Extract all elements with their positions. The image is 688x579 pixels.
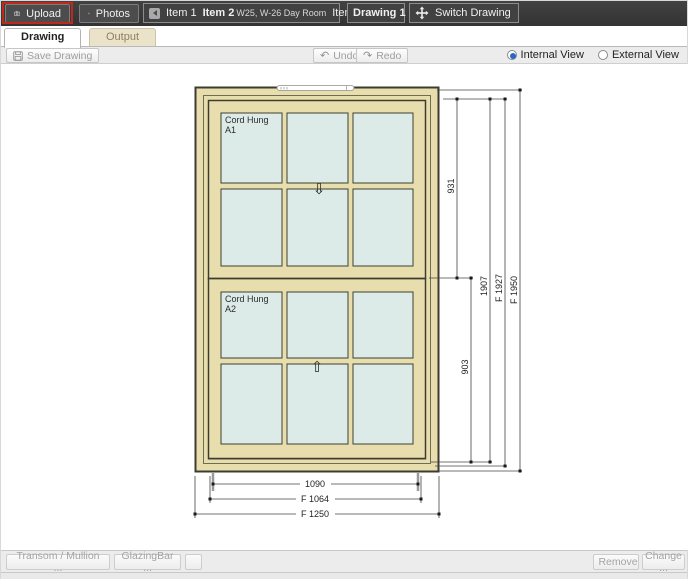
window-designer-app: Upload Photos Item 1 Item 2 W25, W-26 Day…: [0, 0, 688, 579]
item-2-tab[interactable]: Item 2 W25, W-26 Day Room: [203, 7, 327, 19]
change-label: Change ...: [645, 550, 682, 574]
redo-button[interactable]: ↷ Redo: [356, 48, 409, 63]
external-view-radio[interactable]: External View: [597, 49, 679, 61]
action-toolbar: Save Drawing ↶ Undo ↷ Redo Internal View…: [1, 46, 687, 64]
glass-pane[interactable]: [352, 363, 414, 445]
sash-a1-label-line2: A1: [225, 125, 236, 135]
arrow-down-cursor-icon[interactable]: ⇩: [313, 181, 326, 198]
glazingbar-label: GlazingBar ...: [121, 550, 174, 574]
sash-a2-label-line2: A2: [225, 304, 236, 314]
glass-pane[interactable]: [286, 291, 349, 359]
dim-width-inner: 1090: [305, 479, 325, 489]
photos-button[interactable]: Photos: [79, 4, 139, 23]
photos-label: Photos: [95, 7, 130, 20]
glass-pane[interactable]: [286, 188, 349, 267]
glass-pane[interactable]: [220, 188, 283, 267]
top-sash[interactable]: Cord Hung A1 ⇩: [207, 99, 427, 280]
upload-button[interactable]: Upload: [5, 4, 70, 23]
dim-width-frame: F 1064: [301, 494, 329, 504]
redo-label: Redo: [376, 49, 402, 62]
arrow-up-cursor-icon[interactable]: ⇧: [311, 359, 324, 376]
bottom-toolbar: Transom / Mullion ... GlazingBar ... Rem…: [1, 550, 687, 574]
transom-mullion-label: Transom / Mullion ...: [16, 550, 100, 574]
glass-pane[interactable]: [352, 291, 414, 359]
save-drawing-button[interactable]: Save Drawing: [6, 48, 100, 63]
sash-a2-label-line1: Cord Hung: [225, 294, 269, 304]
bottom-sash[interactable]: Cord Hung A2 ⇧: [207, 277, 427, 460]
footer-strip: [1, 573, 687, 579]
radio-unselected-icon: [597, 50, 608, 60]
remove-label: Remove: [598, 556, 638, 568]
chevron-left-icon: [152, 10, 157, 16]
drawing-selector: Drawing 1: [347, 3, 423, 23]
internal-view-label: Internal View: [520, 49, 584, 61]
switch-drawing-label: Switch Drawing: [435, 7, 511, 19]
view-options: Internal View External View: [506, 49, 679, 61]
glass-pane[interactable]: [352, 112, 414, 184]
glass-pane[interactable]: [286, 363, 349, 445]
save-drawing-label: Save Drawing: [27, 49, 93, 62]
save-icon: [13, 50, 23, 61]
top-vent-slider[interactable]: [276, 85, 355, 91]
dimension-labels-horizontal: 1090 F 1064 F 1250: [296, 479, 335, 519]
glazingbar-button[interactable]: GlazingBar ...: [114, 550, 181, 574]
tab-drawing[interactable]: Drawing: [4, 28, 82, 48]
radio-selected-icon: [506, 50, 517, 60]
prev-item-button[interactable]: [149, 7, 160, 19]
glass-pane[interactable]: [220, 363, 283, 445]
dim-top-sash: 931: [446, 178, 456, 193]
camera-icon: [14, 11, 21, 16]
item-navigator: Item 1 Item 2W25, W-26 Day Room Item 3: [143, 3, 380, 23]
undo-icon: ↶: [320, 49, 330, 62]
internal-view-radio[interactable]: Internal View: [506, 49, 584, 61]
glass-pane[interactable]: [286, 112, 349, 184]
dim-height-overall: F 1950: [509, 276, 519, 304]
window-drawing: Cord Hung A1 ⇩ Cord Hung A2 ⇧ 931 903 19…: [193, 85, 522, 519]
dim-width-overall: F 1250: [301, 509, 329, 519]
glass-pane[interactable]: [352, 188, 414, 267]
dim-bottom-sash: 903: [460, 359, 470, 374]
external-view-label: External View: [611, 49, 679, 61]
dim-height-inner: 1907: [479, 276, 489, 296]
remove-button[interactable]: Remove: [593, 554, 639, 570]
item-2-label: Item 2: [202, 7, 235, 19]
item-1-tab[interactable]: Item 1: [166, 7, 197, 19]
tab-bar: Drawing Output: [1, 27, 687, 48]
dim-height-frame: F 1927: [494, 274, 504, 302]
switch-drawing-button[interactable]: Switch Drawing: [409, 3, 519, 23]
drawing-selector-label: Drawing 1: [353, 7, 406, 19]
camera-icon: [88, 12, 90, 15]
small-square-button[interactable]: [185, 554, 202, 570]
upload-label: Upload: [26, 7, 61, 20]
transom-mullion-button[interactable]: Transom / Mullion ...: [6, 550, 110, 574]
undo-label: Undo: [333, 49, 359, 62]
item-2-sublabel: W25, W-26 Day Room: [236, 8, 327, 18]
sash-a1-label-line1: Cord Hung: [225, 115, 269, 125]
move-arrows-icon: [415, 6, 429, 20]
tab-output[interactable]: Output: [89, 28, 157, 47]
change-button[interactable]: Change ...: [642, 550, 685, 574]
redo-icon: ↷: [363, 49, 373, 62]
top-toolbar: Upload Photos Item 1 Item 2 W25, W-26 Day…: [1, 1, 687, 26]
drawing-canvas[interactable]: Cord Hung A1 ⇩ Cord Hung A2 ⇧ 931 903 19…: [1, 64, 688, 550]
